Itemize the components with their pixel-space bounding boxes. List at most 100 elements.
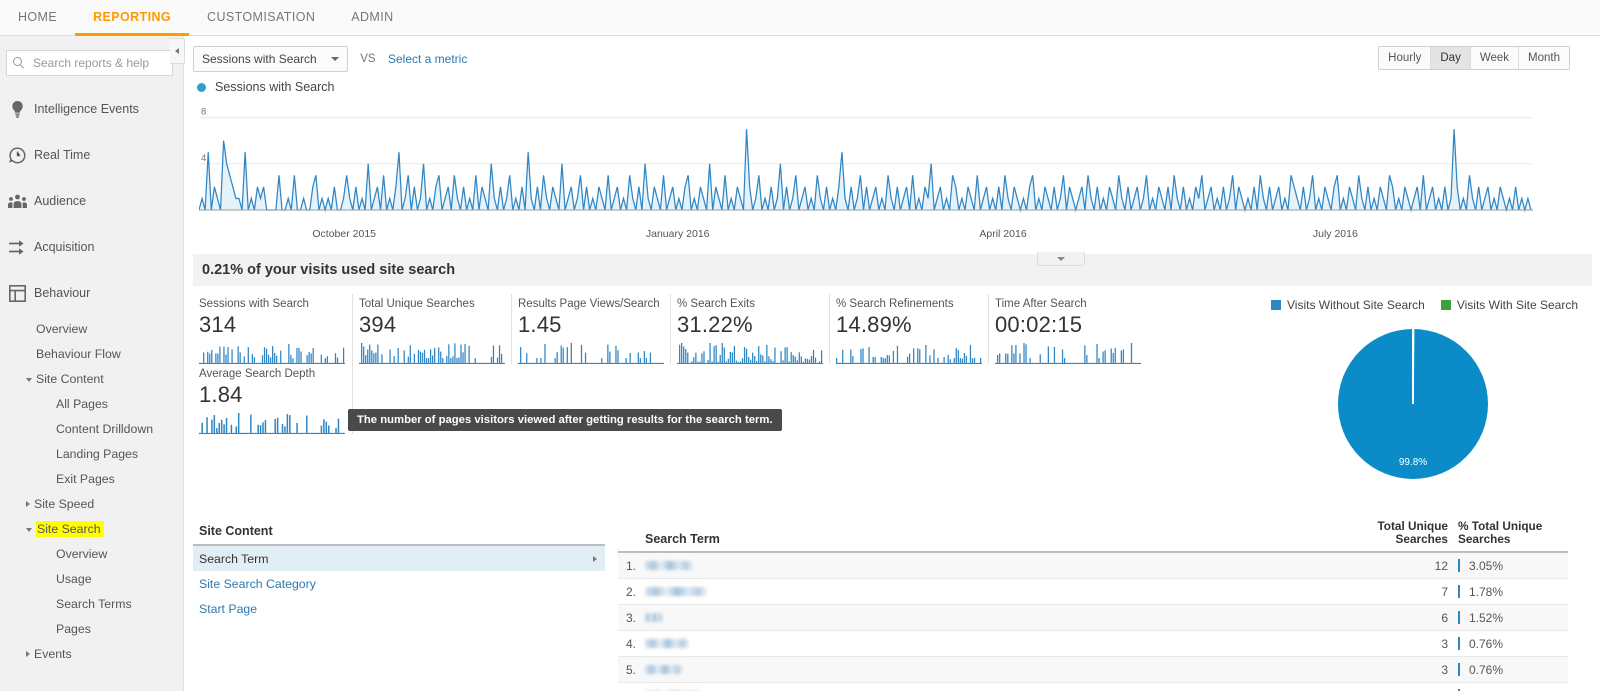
- kpi-percent-search-exits[interactable]: % Search Exits 31.22%: [670, 294, 829, 364]
- topnav-item-reporting[interactable]: REPORTING: [75, 0, 190, 36]
- dimension-item-label: Search Term: [199, 551, 269, 566]
- kpi-average-search-depth[interactable]: Average Search Depth 1.84: [193, 364, 352, 434]
- pie-holder[interactable]: 99.8%: [1248, 328, 1578, 480]
- cell-search-term[interactable]: 2.: [618, 585, 1348, 599]
- table-header-row: Search Term Total Unique Searches % Total…: [618, 520, 1568, 553]
- row-index: 3.: [626, 610, 637, 625]
- kpi-sessions-with-search[interactable]: Sessions with Search 314: [193, 294, 352, 364]
- sidebar-collapse-toggle[interactable]: [170, 38, 185, 64]
- sidebar-behaviour-subnav: Overview Behaviour Flow Site Content All…: [0, 316, 183, 666]
- kpi-value: 31.22%: [677, 312, 753, 337]
- table-row[interactable]: 6.30.76%: [618, 683, 1568, 691]
- series-legend-label: Sessions with Search: [215, 80, 335, 94]
- cell-search-term[interactable]: 5.: [618, 663, 1348, 677]
- kpi-time-after-search[interactable]: Time After Search 00:02:15: [988, 294, 1147, 364]
- granularity-week[interactable]: Week: [1470, 47, 1520, 69]
- table-row[interactable]: 1. 12 3.05%: [618, 553, 1568, 579]
- sidebar-subitem-site-speed[interactable]: Site Speed: [0, 491, 183, 516]
- sidebar-subitem-label: Pages: [56, 621, 91, 636]
- table-row[interactable]: 3. 6 1.52%: [618, 605, 1568, 631]
- redacted-search-term: [645, 639, 689, 648]
- sidebar-subitem-label: Overview: [56, 546, 108, 561]
- table-row[interactable]: 4. 3 0.76%: [618, 631, 1568, 657]
- sidebar-item-acquisition[interactable]: Acquisition: [0, 224, 183, 270]
- granularity-month[interactable]: Month: [1519, 47, 1569, 69]
- chevron-left-icon: [175, 48, 179, 54]
- kpi-total-unique-searches[interactable]: Total Unique Searches 394: [352, 294, 511, 364]
- chart-expander-toggle[interactable]: [1037, 252, 1085, 266]
- dimension-item-start-page[interactable]: Start Page: [193, 596, 605, 621]
- column-header-pct-total-unique-searches[interactable]: % Total Unique Searches: [1448, 520, 1568, 546]
- summary-banner: 0.21% of your visits used site search: [193, 254, 1592, 286]
- pct-bar: [1458, 585, 1460, 598]
- sidebar-item-behaviour[interactable]: Behaviour: [0, 270, 183, 316]
- cell-search-term[interactable]: 4.: [618, 637, 1348, 651]
- cell-total-unique-searches: 3: [1441, 662, 1448, 677]
- sparkline: [199, 412, 352, 434]
- sidebar-subitem-site-content[interactable]: Site Content: [0, 366, 183, 391]
- topnav-item-admin[interactable]: ADMIN: [333, 0, 411, 36]
- dimension-item-site-search-category[interactable]: Site Search Category: [193, 571, 605, 596]
- sidebar-subitem-all-pages[interactable]: All Pages: [0, 391, 183, 416]
- cell-total-unique-searches: 6: [1441, 610, 1448, 625]
- sessions-with-search-timeseries[interactable]: 48: [193, 100, 1533, 228]
- x-axis-tick-label: January 2016: [645, 228, 710, 240]
- redacted-search-term: [645, 665, 683, 674]
- sidebar-subitem-label: Exit Pages: [56, 471, 115, 486]
- kpi-value: 1.45: [518, 312, 562, 337]
- topnav-item-customisation[interactable]: CUSTOMISATION: [189, 0, 333, 36]
- table-row[interactable]: 2. 7 1.78%: [618, 579, 1568, 605]
- sidebar-subitem-pages[interactable]: Pages: [0, 616, 183, 641]
- search-reports-box[interactable]: [6, 50, 173, 76]
- redacted-search-term: [645, 613, 663, 622]
- metric-select[interactable]: Sessions with Search: [193, 46, 348, 72]
- table-body: 1. 12 3.05% 2. 7 1.78% 3. 6 1.52% 4. 3 0.76% 5. 3 0.76…: [618, 553, 1568, 691]
- cell-total-unique-searches: 7: [1441, 584, 1448, 599]
- kpi-label: Total Unique Searches: [359, 298, 475, 310]
- table-row[interactable]: 5. 3 0.76%: [618, 657, 1568, 683]
- sidebar-item-real-time[interactable]: Real Time: [0, 132, 183, 178]
- clock-icon: [4, 147, 30, 164]
- cell-search-term[interactable]: 3.: [618, 611, 1348, 625]
- sparkline: [518, 342, 670, 364]
- granularity-day[interactable]: Day: [1431, 47, 1471, 69]
- cell-pct-total-unique-searches: 1.52%: [1448, 611, 1568, 625]
- sidebar-subitem-site-search[interactable]: Site Search: [0, 516, 183, 541]
- svg-text:4: 4: [201, 153, 206, 164]
- granularity-hourly[interactable]: Hourly: [1379, 47, 1432, 69]
- search-input[interactable]: [31, 55, 166, 71]
- sidebar-subitem-content-drilldown[interactable]: Content Drilldown: [0, 416, 183, 441]
- sidebar-subitem-label: Events: [34, 646, 72, 661]
- kpi-percent-search-refinements[interactable]: % Search Refinements 14.89%: [829, 294, 988, 364]
- metric-toolbar: Sessions with Search VS Select a metric …: [185, 36, 1600, 76]
- legend-swatch: [1440, 300, 1451, 310]
- sidebar-item-intelligence-events[interactable]: Intelligence Events: [0, 86, 183, 132]
- row-index: 5.: [626, 662, 637, 677]
- topnav-item-home[interactable]: HOME: [0, 0, 75, 36]
- kpi-value: 394: [359, 312, 397, 337]
- dimension-item-label: Site Search Category: [199, 576, 316, 591]
- dimension-item-search-term[interactable]: Search Term: [193, 546, 605, 571]
- kpi-value: 00:02:15: [995, 312, 1083, 337]
- column-header-total-unique-searches[interactable]: Total Unique Searches: [1348, 520, 1448, 546]
- sidebar-subitem-site-search-overview[interactable]: Overview: [0, 541, 183, 566]
- select-a-metric-link[interactable]: Select a metric: [388, 52, 467, 66]
- sidebar-subitem-exit-pages[interactable]: Exit Pages: [0, 466, 183, 491]
- top-navigation: HOME REPORTING CUSTOMISATION ADMIN: [0, 0, 1600, 36]
- x-axis-tick-label: April 2016: [979, 228, 1027, 240]
- sidebar-subitem-behaviour-flow[interactable]: Behaviour Flow: [0, 341, 183, 366]
- chevron-down-icon: [330, 57, 339, 61]
- sidebar-subitem-events[interactable]: Events: [0, 641, 183, 666]
- sidebar-subitem-search-terms[interactable]: Search Terms: [0, 591, 183, 616]
- kpi-results-page-views-per-search[interactable]: Results Page Views/Search 1.45: [511, 294, 670, 364]
- cell-search-term[interactable]: 1.: [618, 559, 1348, 573]
- row-index: 4.: [626, 636, 637, 651]
- kpi-value: 314: [199, 312, 237, 337]
- column-header-search-term[interactable]: Search Term: [618, 532, 1348, 546]
- sidebar-subitem-overview[interactable]: Overview: [0, 316, 183, 341]
- sidebar-subitem-label: Landing Pages: [56, 446, 139, 461]
- sidebar-subitem-usage[interactable]: Usage: [0, 566, 183, 591]
- sidebar-item-audience[interactable]: Audience: [0, 178, 183, 224]
- sidebar-subitem-landing-pages[interactable]: Landing Pages: [0, 441, 183, 466]
- sparkline: [677, 342, 829, 364]
